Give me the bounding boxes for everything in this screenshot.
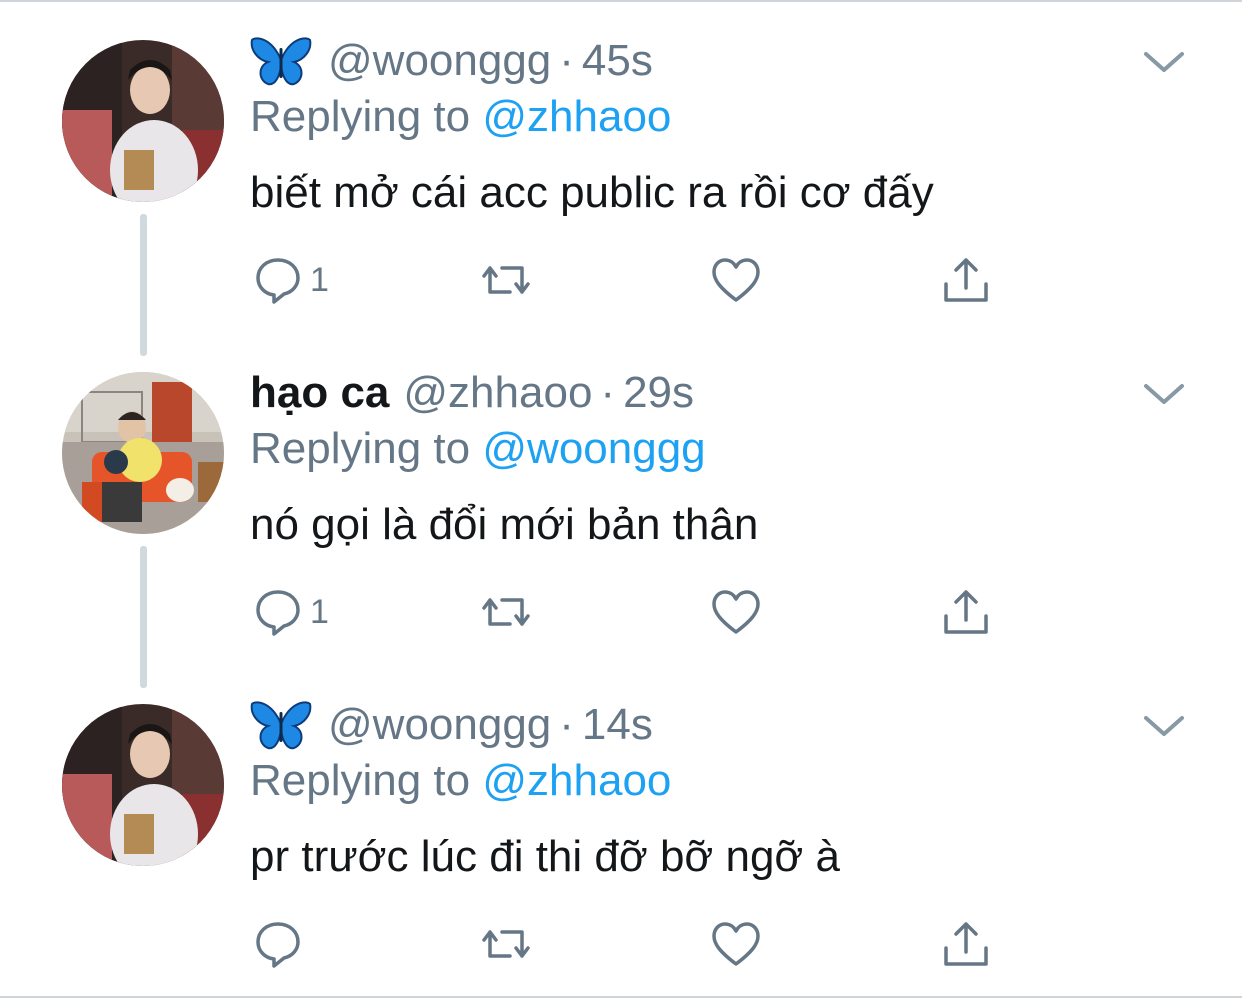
tweet-actions: 1 [252,250,1012,310]
reply-icon [256,258,300,304]
tweet-header: hạo ca @zhhaoo · 29s [250,362,694,424]
chevron-down-icon[interactable] [1140,376,1188,410]
replying-to-user-link[interactable]: @zhhaoo [482,756,671,805]
reply-button[interactable]: 1 [252,250,329,310]
tweet-header: @woonggg · 14s [250,694,653,756]
replying-label: Replying to [250,756,471,805]
display-name[interactable]: hạo ca [250,368,389,418]
timestamp[interactable]: 14s [582,700,653,750]
handle[interactable]: @woonggg [328,700,551,750]
heart-icon [712,922,760,966]
retweet-button[interactable] [480,914,532,974]
replying-to-user-link[interactable]: @woonggg [482,424,705,473]
reply-button[interactable]: 1 [252,582,329,642]
replying-to: Replying to @woonggg [250,424,706,474]
share-icon [944,258,988,302]
retweet-icon [482,598,530,626]
separator-dot: · [600,368,616,417]
butterfly-icon [250,698,312,752]
tweet-actions: 1 [252,582,1012,642]
replying-label: Replying to [250,92,471,141]
chevron-down-icon[interactable] [1140,708,1188,742]
like-button[interactable] [710,250,762,310]
share-icon [944,590,988,634]
tweet-text: pr trước lúc đi thi đỡ bỡ ngỡ à [250,832,840,881]
tweet-actions [252,914,1012,974]
tweet-text: biết mở cái acc public ra rồi cơ đấy [250,168,934,217]
handle[interactable]: @zhhaoo [403,368,592,418]
share-button[interactable] [940,582,992,642]
tweet-3[interactable]: @woonggg · 14s Replying to @zhhaoo pr tr… [0,664,1242,996]
tweet-1[interactable]: @woonggg · 45s Replying to @zhhaoo biết … [0,0,1242,356]
replying-to: Replying to @zhhaoo [250,92,671,142]
share-button[interactable] [940,250,992,310]
retweet-button[interactable] [480,582,532,642]
reply-icon [256,590,300,636]
handle[interactable]: @woonggg [328,36,551,86]
retweet-icon [482,930,530,958]
timestamp[interactable]: 29s [623,368,694,418]
tweet-2[interactable]: hạo ca @zhhaoo · 29s Replying to @woongg… [0,332,1242,688]
butterfly-icon [250,34,312,88]
avatar[interactable] [62,372,224,534]
reply-button[interactable] [252,914,310,974]
tweet-header: @woonggg · 45s [250,30,653,92]
avatar[interactable] [62,704,224,866]
heart-icon [712,590,760,634]
reply-icon [256,922,300,968]
like-button[interactable] [710,582,762,642]
chevron-down-icon[interactable] [1140,44,1188,78]
reply-count: 1 [310,592,329,631]
separator-dot: · [559,36,574,85]
separator-dot: · [559,700,574,749]
replying-label: Replying to [250,424,471,473]
replying-to-user-link[interactable]: @zhhaoo [482,92,671,141]
avatar[interactable] [62,40,224,202]
like-button[interactable] [710,914,762,974]
reply-count: 1 [310,260,329,299]
retweet-icon [482,266,530,294]
share-icon [944,922,988,966]
share-button[interactable] [940,914,992,974]
heart-icon [712,258,760,302]
retweet-button[interactable] [480,250,532,310]
tweet-text: nó gọi là đổi mới bản thân [250,500,759,549]
replying-to: Replying to @zhhaoo [250,756,671,806]
timestamp[interactable]: 45s [582,36,653,86]
